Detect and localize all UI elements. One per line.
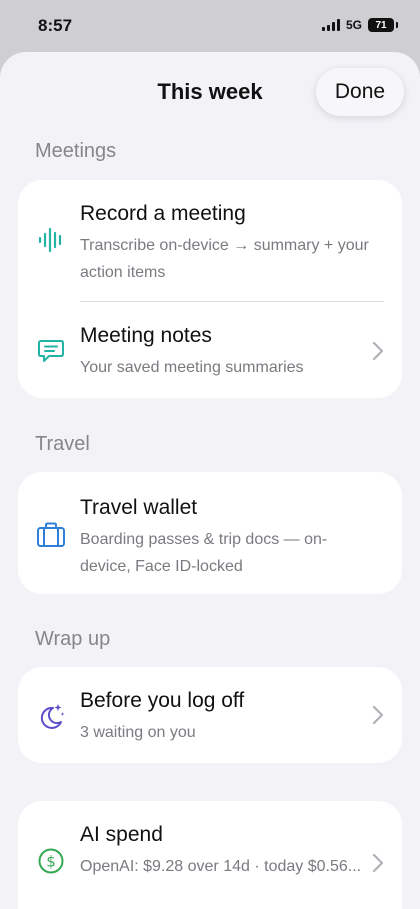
- row-subtitle: Boarding passes & trip docs — on-device,…: [80, 531, 328, 575]
- before-you-log-off-row[interactable]: Before you log off 3 waiting on you: [18, 667, 402, 763]
- section-header-travel: Travel: [35, 433, 90, 455]
- network-type: 5G: [345, 18, 362, 32]
- done-button[interactable]: Done: [316, 68, 404, 116]
- row-title: Meeting notes: [80, 324, 212, 347]
- meetings-card: Record a meeting Transcribe on-device → …: [18, 180, 402, 398]
- chevron-right-icon: [372, 341, 384, 361]
- dollar-circle-icon: $: [34, 844, 68, 878]
- travel-wallet-row[interactable]: Travel wallet Boarding passes & trip doc…: [18, 472, 402, 594]
- chevron-right-icon: [372, 705, 384, 725]
- moon-stars-icon: [34, 699, 68, 733]
- message-bubble-icon: [34, 333, 68, 367]
- section-header-meetings: Meetings: [35, 140, 117, 162]
- svg-text:$: $: [46, 853, 56, 871]
- signal-icon: [321, 19, 340, 31]
- section-header-wrap-up: Wrap up: [35, 628, 111, 650]
- row-subtitle: Transcribe on-device → summary + your ac…: [80, 237, 369, 281]
- briefcase-icon: [34, 518, 68, 552]
- wrap-up-card: Before you log off 3 waiting on you: [18, 667, 402, 763]
- chevron-right-icon: [372, 853, 384, 873]
- row-subtitle: OpenAI: $9.28 over 14d · today $0.56...: [80, 858, 362, 875]
- row-title: AI spend: [80, 823, 163, 846]
- row-title: Before you log off: [80, 689, 245, 712]
- ai-spend-row[interactable]: $ AI spend OpenAI: $9.28 over 14d · toda…: [18, 801, 402, 909]
- waveform-icon: [34, 223, 68, 257]
- meeting-notes-row[interactable]: Meeting notes Your saved meeting summari…: [18, 302, 402, 398]
- row-subtitle: 3 waiting on you: [80, 724, 196, 741]
- status-bar: 8:57 5G 71: [0, 0, 420, 52]
- travel-card: Travel wallet Boarding passes & trip doc…: [18, 472, 402, 594]
- sheet: This week Done Meetings Record a meeting…: [0, 52, 420, 909]
- row-subtitle: Your saved meeting summaries: [80, 359, 304, 376]
- row-title: Record a meeting: [80, 202, 246, 225]
- record-meeting-row[interactable]: Record a meeting Transcribe on-device → …: [18, 180, 402, 300]
- status-time: 8:57: [38, 16, 73, 35]
- status-indicators: 5G 71: [321, 18, 398, 32]
- ai-spend-card: $ AI spend OpenAI: $9.28 over 14d · toda…: [18, 801, 402, 909]
- battery-icon: 71: [368, 18, 398, 32]
- row-title: Travel wallet: [80, 496, 198, 519]
